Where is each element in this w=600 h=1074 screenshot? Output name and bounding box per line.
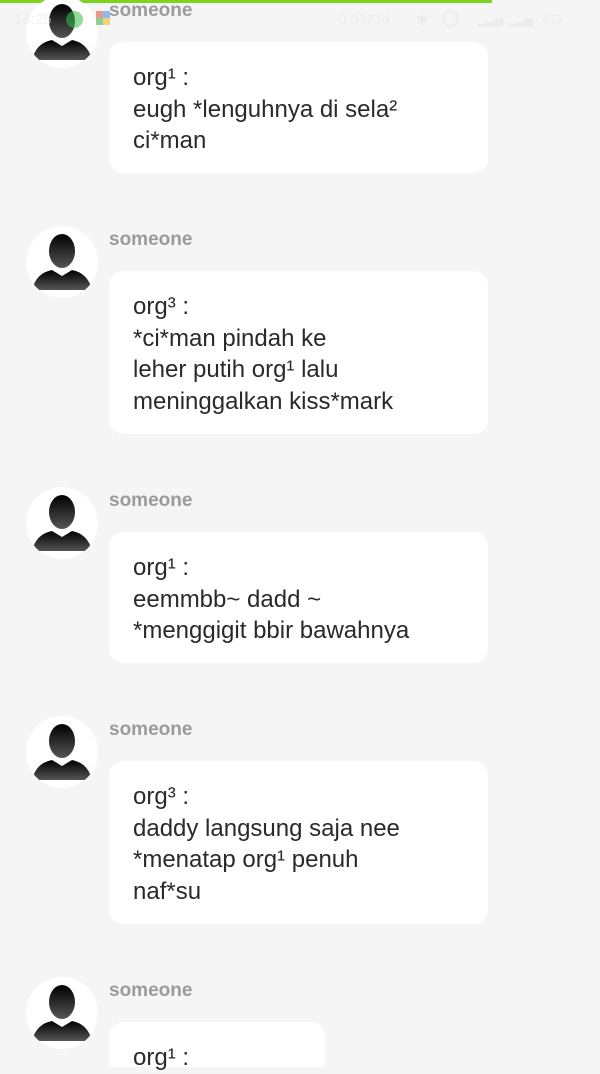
message-bubble[interactable]: org¹ : eemmbb~ dadd ~ *menggigit bbir ba…	[109, 532, 488, 663]
message-line: org¹ :	[133, 1044, 190, 1071]
message-line: *menatap org¹ penuh	[133, 846, 359, 873]
status-time: 18:25	[14, 11, 52, 28]
message-bubble[interactable]: org³ : *ci*man pindah ke leher putih org…	[109, 271, 488, 434]
message-line: daddy langsung saja nee	[133, 814, 400, 842]
message-line: naf*su	[133, 877, 202, 905]
network-type: 4G	[542, 11, 563, 28]
avatar[interactable]	[26, 487, 98, 559]
message-line: *ci*man pindah ke	[133, 324, 327, 352]
message-bubble[interactable]: org¹ :	[109, 1022, 325, 1071]
message-line: org³ :	[133, 293, 190, 320]
avatar[interactable]	[26, 226, 98, 298]
message-line: leher putih org¹ lalu	[133, 356, 339, 383]
message-line: org¹ :	[133, 64, 190, 91]
sender-name: someone	[109, 980, 193, 1001]
sender-name: someone	[109, 490, 193, 511]
person-silhouette-icon	[32, 495, 92, 551]
sender-name: someone	[109, 719, 193, 740]
person-silhouette-icon	[32, 985, 92, 1041]
sender-name: someone	[109, 229, 193, 250]
message-line: org¹ :	[133, 554, 190, 581]
avatar[interactable]	[26, 716, 98, 788]
puzzle-icon	[96, 11, 110, 25]
bluetooth-icon: ✱	[416, 12, 429, 29]
network-speed: 0,03K/d	[338, 11, 390, 28]
message-line: eugh *lenguhnya di sela²	[133, 95, 398, 123]
avatar[interactable]	[26, 977, 98, 1049]
message-line: eemmbb~ dadd ~	[133, 585, 322, 613]
signal-icon: ▂▃▅	[508, 15, 534, 27]
message-line: org³ :	[133, 783, 190, 810]
message-bubble[interactable]: org³ : daddy langsung saja nee *menatap …	[109, 761, 488, 924]
person-silhouette-icon	[32, 234, 92, 290]
message-line: ci*man	[133, 127, 207, 154]
signal-icon: ▂▃▅	[478, 15, 504, 27]
message-line: meninggalkan kiss*mark	[133, 387, 394, 415]
message-bubble[interactable]: org¹ : eugh *lenguhnya di sela² ci*man	[109, 42, 488, 173]
message-line: *menggigit bbir bawahnya	[133, 617, 410, 644]
whatsapp-icon	[66, 11, 83, 28]
person-silhouette-icon	[32, 724, 92, 780]
alarm-icon	[442, 10, 459, 27]
status-bar: 18:25 0,03K/d ✱ ▂▃▅ ▂▃▅ 4G	[0, 0, 600, 40]
